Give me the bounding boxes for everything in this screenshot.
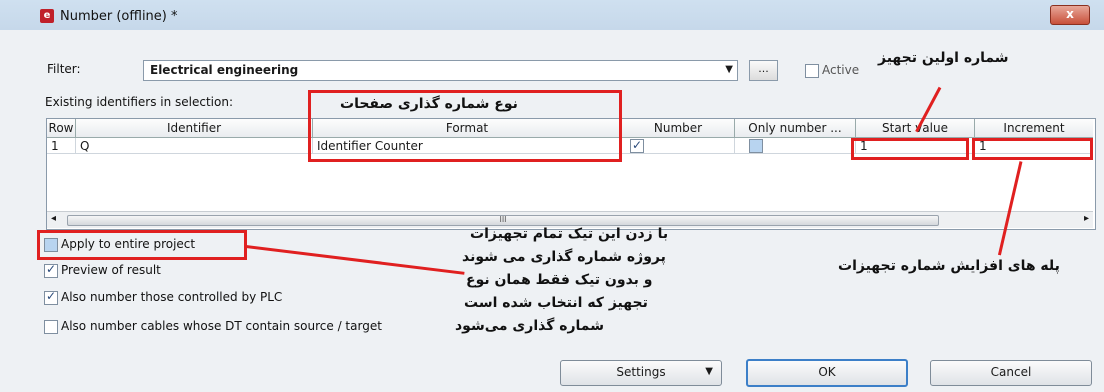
column-header-identifier[interactable]: Identifier [76,119,313,138]
apply-annotation-line-4: تجهیز که انتخاب شده است [464,295,648,311]
cell-row: 1 [47,138,76,154]
eplan-app-icon: e [40,9,54,23]
close-button[interactable]: x [1050,5,1090,25]
start-annotation: شماره اولین تجهیز [878,50,1009,66]
number-dialog: e Number (offline) * x Filter: Electrica… [0,0,1104,392]
column-header-number[interactable]: Number [622,119,735,138]
preview-label: Preview of result [61,263,161,277]
cables-label: Also number cables whose DT contain sour… [61,319,382,333]
filter-label: Filter: [47,62,81,76]
ok-button[interactable]: OK [746,359,908,387]
settings-button[interactable]: Settings ▼ [560,360,722,386]
apply-annotation-line-3: و بدون تیک فقط همان نوع [466,272,653,288]
chevron-down-icon: ▼ [725,64,733,75]
filter-select[interactable]: Electrical engineering ▼ [143,60,738,81]
column-header-increment[interactable]: Increment [975,119,1093,138]
plc-label: Also number those controlled by PLC [61,290,283,304]
title-bar: e Number (offline) * x [0,0,1104,30]
cables-checkbox[interactable] [44,320,58,334]
column-header-only-number[interactable]: Only number ... [735,119,856,138]
number-checkbox[interactable] [630,137,644,153]
cell-only-number[interactable] [735,138,856,154]
cell-identifier[interactable]: Q [76,138,313,154]
window-title: Number (offline) * [60,9,178,24]
chevron-down-icon: ▼ [705,366,713,377]
scroll-right-icon[interactable]: ▸ [1084,213,1089,224]
active-label: Active [822,63,860,77]
start-value-highlight-box [851,138,969,160]
increment-highlight-box [972,138,1093,160]
filter-value: Electrical engineering [150,63,299,77]
only-number-checkbox[interactable] [749,139,763,153]
settings-label: Settings [616,365,666,379]
plc-checkbox[interactable] [44,289,58,305]
format-annotation: نوع شماره گذاری صفحات [340,96,518,112]
apply-annotation-line-5: شماره گذاری می‌شود [455,318,604,334]
dialog-content: Filter: Electrical engineering ▼ ... Act… [0,30,1104,392]
filter-more-button[interactable]: ... [749,60,778,81]
apply-entire-highlight-box [37,230,247,260]
apply-annotation-line-2: پروژه شماره گذاری می شوند [462,249,666,265]
cancel-button[interactable]: Cancel [930,360,1092,386]
scroll-left-icon[interactable]: ◂ [51,213,56,224]
increment-annotation: پله های افزایش شماره تجهیزات [838,258,1060,274]
apply-annotation-line-1: با زدن این تیک تمام تجهیزات [470,226,669,242]
grid-caption: Existing identifiers in selection: [45,95,233,109]
cell-number[interactable] [622,137,735,154]
column-header-row[interactable]: Row [47,119,76,138]
scroll-thumb[interactable]: III [67,215,939,226]
active-checkbox[interactable] [805,64,819,78]
preview-checkbox[interactable] [44,262,58,278]
